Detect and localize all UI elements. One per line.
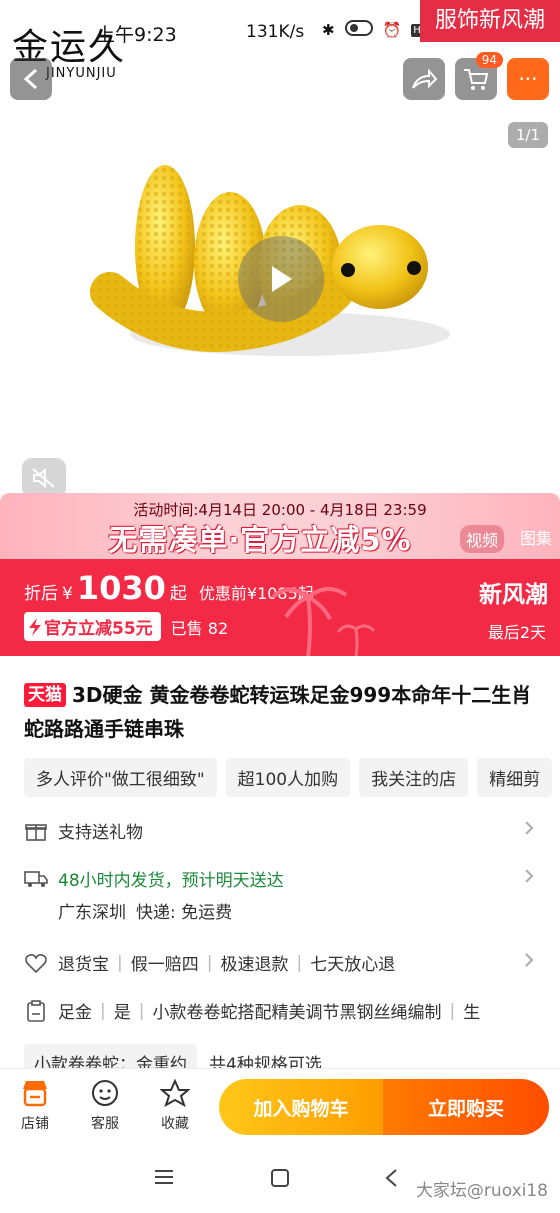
discount-pill-label: 官方立减55元 (44, 619, 153, 639)
speaker-muted-icon (32, 467, 55, 489)
price-value: 1030 (76, 569, 166, 607)
price-currency: ¥ (62, 584, 73, 604)
chevron-right-icon (524, 820, 534, 841)
corner-promo-tag: 服饰新风潮 (420, 0, 560, 42)
favorite-label: 收藏 (161, 1116, 189, 1132)
product-title: 天猫 3D硬金 黄金卷卷蛇转运珠足金999本命年十二生肖蛇路路通手链串珠 (24, 678, 544, 746)
guarantee-1: 退货宝 (58, 955, 109, 975)
event-days-left: 最后2天 (487, 623, 546, 642)
star-icon (159, 1078, 191, 1108)
product-gallery[interactable]: 1/1 (0, 62, 560, 494)
watermark: 大家坛@ruoxi18 (415, 1181, 548, 1201)
chevron-right-icon (524, 952, 534, 973)
system-nav-bar: 大家坛@ruoxi18 (0, 1146, 560, 1213)
cart-button[interactable]: 94 (455, 52, 503, 100)
price-qi: 起 (169, 584, 187, 604)
divider: | (296, 952, 303, 973)
customer-service-label: 客服 (91, 1116, 119, 1132)
price-discount-line: 官方立减55元 已售 82 (24, 612, 228, 641)
chip-followed-store[interactable]: 我关注的店 (359, 758, 469, 797)
menu-nav-icon[interactable] (154, 1168, 174, 1190)
gift-icon (24, 819, 48, 843)
divider: | (100, 1000, 106, 1021)
media-tabs: 视频 图集 (459, 525, 552, 553)
back-button[interactable] (10, 58, 52, 100)
bluetooth-icon: ✱ (322, 21, 335, 39)
home-nav-icon[interactable] (270, 1168, 290, 1192)
divider: | (117, 952, 123, 973)
shipping-from: 广东深圳 (58, 903, 126, 923)
promo-banner: 活动时间:4月14日 20:00 - 4月18日 23:59 无需凑单·官方立减… (0, 493, 560, 559)
palm-tree-decoration (271, 587, 376, 657)
gift-row[interactable]: 支持送礼物 (24, 818, 534, 843)
chip-fine-cut[interactable]: 精细剪 (477, 758, 553, 797)
discount-pill: 官方立减55元 (24, 612, 161, 641)
buy-now-button[interactable]: 立即购买 (383, 1079, 549, 1135)
brand-logo-en: JINYUNJIU (46, 66, 117, 81)
mute-button[interactable] (22, 458, 66, 494)
alarm-icon: ⏰ (382, 21, 402, 39)
toggle-icon (344, 20, 373, 40)
tab-video[interactable]: 视频 (459, 525, 504, 553)
gift-label: 支持送礼物 (58, 823, 143, 843)
more-icon: ··· (518, 67, 538, 91)
guarantee-2: 假一赔四 (130, 955, 199, 975)
divider: | (206, 952, 213, 973)
more-button[interactable]: ··· (507, 58, 549, 100)
product-title-text: 3D硬金 黄金卷卷蛇转运珠足金999本命年十二生肖蛇路路通手链串珠 (24, 683, 532, 741)
play-video-button[interactable] (238, 236, 324, 322)
status-net-speed: 131K/s (246, 22, 305, 42)
guarantee-row[interactable]: 退货宝 | 假一赔四 | 极速退款 | 七天放心退 (24, 950, 534, 975)
shipping-main: 48小时内发货，预计明天送达 (58, 871, 284, 891)
shipping-row[interactable]: 48小时内发货，预计明天送达 (24, 866, 534, 891)
store-label: 店铺 (21, 1116, 49, 1132)
chat-face-icon (92, 1080, 118, 1106)
guarantee-4: 七天放心退 (310, 955, 396, 975)
param-3: 小款卷卷蛇搭配精美调节黑钢丝绳编制 (152, 1003, 442, 1023)
params-row[interactable]: 足金 | 是 | 小款卷卷蛇搭配精美调节黑钢丝绳编制 | 生 (24, 998, 534, 1023)
tmall-badge: 天猫 (24, 683, 66, 707)
event-name: 新风潮 (479, 582, 548, 608)
share-button[interactable] (403, 58, 445, 100)
divider: | (449, 1000, 456, 1021)
truck-icon (24, 867, 48, 891)
heart-shield-icon (24, 951, 48, 975)
cart-icon (464, 69, 489, 90)
cart-badge: 94 (475, 52, 503, 68)
tab-gallery[interactable]: 图集 (520, 525, 552, 553)
back-arrow-icon (23, 68, 38, 90)
lightning-icon (29, 617, 41, 636)
add-to-cart-button[interactable]: 加入购物车 (219, 1079, 383, 1135)
divider: | (138, 1000, 145, 1021)
chip-add-cart-count[interactable]: 超100人加购 (225, 758, 351, 797)
play-icon (272, 266, 292, 292)
customer-service-button[interactable]: 客服 (75, 1079, 135, 1133)
highlight-chips: 多人评价"做工很细致" 超100人加购 我关注的店 精细剪 (24, 758, 553, 797)
sold-count: 已售 82 (170, 618, 229, 638)
price-after-label: 折后 (24, 584, 58, 604)
share-icon (412, 68, 437, 89)
store-button[interactable]: 店铺 (5, 1079, 65, 1133)
clipboard-icon (24, 999, 48, 1023)
price-block: 折后 ¥ 1030 起 优惠前¥1085起 官方立减55元 已售 82 新风潮 … (0, 559, 560, 657)
guarantee-3: 极速退款 (220, 955, 289, 975)
shipping-detail-row: 广东深圳 快递: 免运费 (58, 898, 560, 923)
chip-review[interactable]: 多人评价"做工很细致" (24, 758, 217, 797)
back-nav-icon[interactable] (384, 1168, 398, 1192)
product-info: 天猫 3D硬金 黄金卷卷蛇转运珠足金999本命年十二生肖蛇路路通手链串珠 多人评价… (0, 656, 560, 1081)
chevron-right-icon (524, 868, 534, 889)
shipping-fee: 快递: 免运费 (136, 903, 233, 923)
param-4: 生 (463, 1003, 481, 1023)
param-1: 足金 (58, 1003, 92, 1023)
promo-headline: 无需凑单·官方立减5% (108, 523, 412, 557)
param-2: 是 (113, 1003, 131, 1023)
store-icon (23, 1081, 47, 1107)
screen: 上午9:23 131K/s ✱ ⏰ HD 4G▂▄▆ 68 服饰新风潮 金运久 … (0, 0, 560, 1213)
gallery-counter: 1/1 (507, 122, 548, 148)
favorite-button[interactable]: 收藏 (145, 1078, 205, 1133)
bottom-action-bar: 店铺 客服 收藏 加入购物车 立即购买 (0, 1068, 560, 1146)
